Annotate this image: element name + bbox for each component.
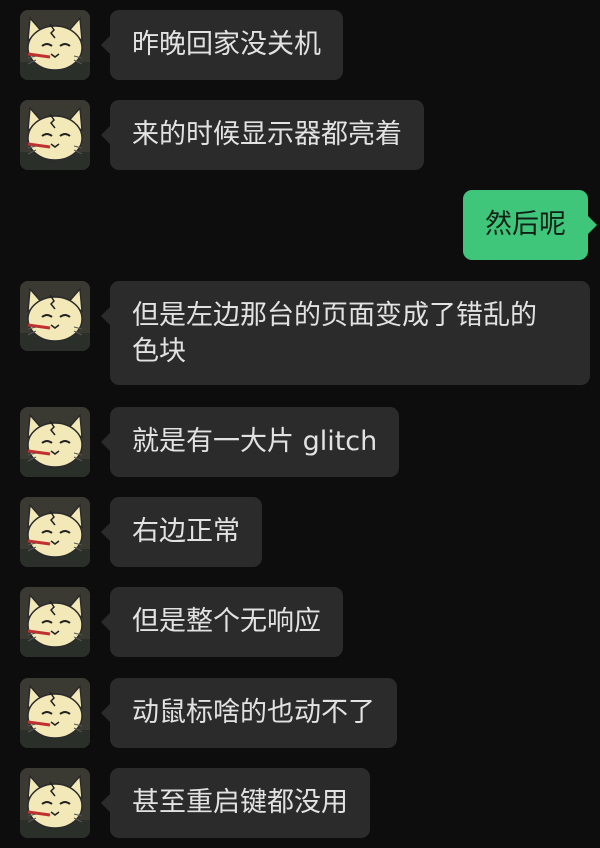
message-bubble[interactable]: 甚至重启键都没用 xyxy=(101,768,370,838)
contact-avatar[interactable] xyxy=(20,587,90,657)
message-bubble[interactable]: 动鼠标啥的也动不了 xyxy=(101,678,397,748)
contact-avatar[interactable] xyxy=(20,281,90,351)
message-bubble[interactable]: 来的时候显示器都亮着 xyxy=(101,100,424,170)
cat-avatar-icon xyxy=(20,100,90,170)
cat-avatar-icon xyxy=(20,768,90,838)
message-row: 甚至重启键都没用 xyxy=(0,768,600,838)
contact-avatar[interactable] xyxy=(20,678,90,748)
cat-avatar-icon xyxy=(20,10,90,80)
message-row: 就是有一大片 glitch xyxy=(0,407,600,477)
message-bubble[interactable]: 右边正常 xyxy=(101,497,262,567)
message-row: 但是整个无响应 xyxy=(0,587,600,657)
message-row: 来的时候显示器都亮着 xyxy=(0,100,600,170)
cat-avatar-icon xyxy=(20,497,90,567)
contact-avatar[interactable] xyxy=(20,768,90,838)
message-row: 然后呢 xyxy=(0,190,600,260)
message-row: 动鼠标啥的也动不了 xyxy=(0,678,600,748)
message-row: 昨晚回家没关机 xyxy=(0,10,600,80)
contact-avatar[interactable] xyxy=(20,407,90,477)
contact-avatar[interactable] xyxy=(20,497,90,567)
message-bubble[interactable]: 昨晚回家没关机 xyxy=(101,10,343,80)
contact-avatar[interactable] xyxy=(20,10,90,80)
message-bubble[interactable]: 但是整个无响应 xyxy=(101,587,343,657)
message-bubble-sent[interactable]: 然后呢 xyxy=(463,190,597,260)
message-bubble[interactable]: 就是有一大片 glitch xyxy=(100,407,400,477)
cat-avatar-icon xyxy=(20,407,90,477)
cat-avatar-icon xyxy=(20,281,90,351)
message-row: 右边正常 xyxy=(0,497,600,567)
cat-avatar-icon xyxy=(20,587,90,657)
message-bubble[interactable]: 但是左边那台的页面变成了错乱的 色块 xyxy=(101,281,590,385)
cat-avatar-icon xyxy=(20,678,90,748)
message-row: 但是左边那台的页面变成了错乱的 色块 xyxy=(0,281,600,385)
chat-message-list[interactable]: 昨晚回家没关机 来的时候显示器都亮着 然后呢 但是左边那台的页面变成了错乱的 色… xyxy=(0,0,600,848)
contact-avatar[interactable] xyxy=(20,100,90,170)
